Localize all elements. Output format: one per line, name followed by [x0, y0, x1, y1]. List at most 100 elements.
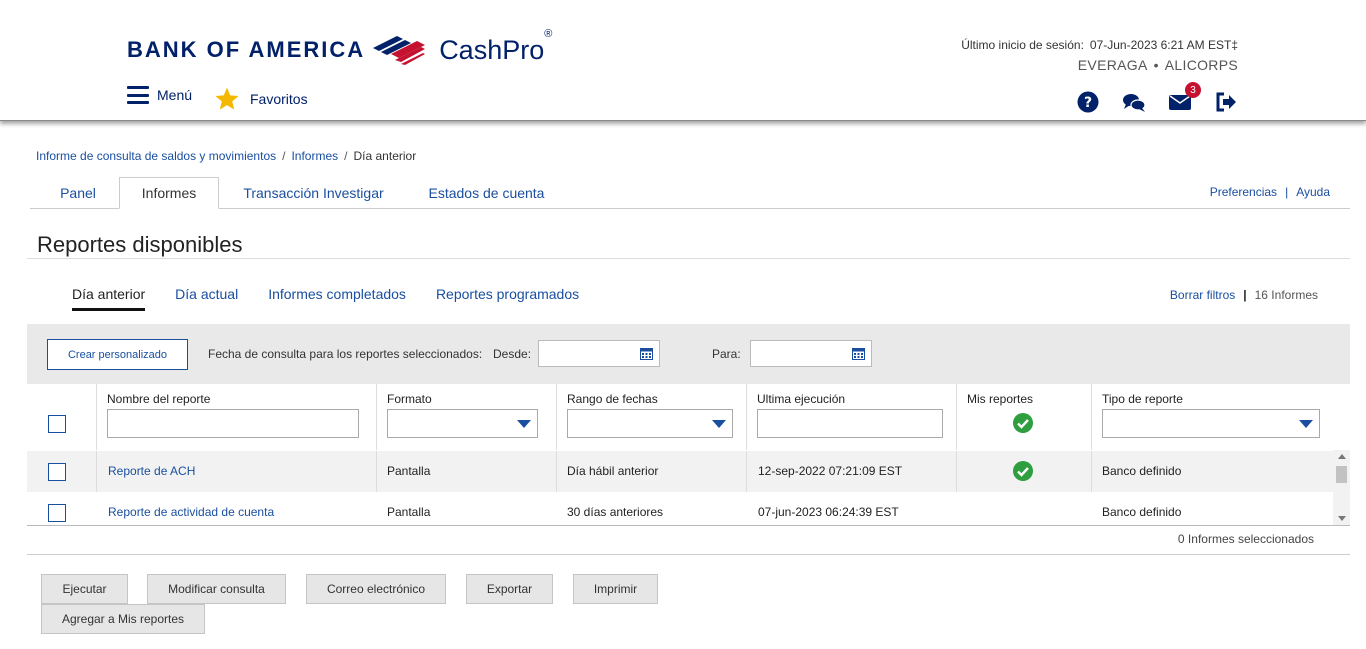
from-date-input[interactable] — [538, 340, 660, 367]
grid-bottom-divider — [27, 554, 1350, 555]
calendar-icon[interactable] — [640, 347, 653, 360]
menu-label: Menú — [157, 87, 193, 103]
col-header-range[interactable]: Rango de fechas — [567, 392, 658, 406]
title-divider — [27, 258, 1350, 259]
report-subtabs: Día anterior Día actual Informes complet… — [72, 286, 579, 311]
logout-icon[interactable] — [1214, 90, 1238, 114]
star-icon — [215, 87, 239, 110]
name-filter-input[interactable] — [107, 409, 359, 438]
clear-filters-link[interactable]: Borrar filtros — [1170, 288, 1235, 302]
report-type: Banco definido — [1102, 505, 1182, 519]
calendar-icon[interactable] — [852, 347, 865, 360]
mail-badge: 3 — [1185, 82, 1201, 98]
chat-icon[interactable] — [1122, 90, 1146, 114]
breadcrumb-link-reports[interactable]: Informes — [291, 149, 338, 163]
create-custom-button[interactable]: Crear personalizado — [47, 339, 188, 370]
help-link[interactable]: Ayuda — [1296, 185, 1330, 199]
report-last-run: 12-sep-2022 07:21:09 EST — [758, 464, 903, 478]
last-login-value: 07-Jun-2023 6:21 AM EST‡ — [1089, 38, 1238, 52]
filter-bar: Crear personalizado Fecha de consulta pa… — [27, 324, 1350, 384]
to-label: Para: — [712, 347, 741, 361]
logo-text: BANK OF AMERICA — [127, 37, 366, 62]
col-header-type[interactable]: Tipo de reporte — [1102, 392, 1183, 406]
report-count: 16 Informes — [1254, 288, 1318, 302]
col-header-format[interactable]: Formato — [387, 392, 432, 406]
col-header-name[interactable]: Nombre del reporte — [107, 392, 210, 406]
report-count-area: Borrar filtros | 16 Informes — [1169, 288, 1318, 302]
page-title: Reportes disponibles — [37, 232, 243, 257]
from-label: Desde: — [493, 347, 532, 361]
header-icons: ? 3 — [1076, 82, 1238, 114]
bank-logo[interactable]: BANK OF AMERICA CashPro® — [127, 27, 553, 70]
product-name: CashPro® — [439, 27, 553, 65]
tab-links: Preferencias | Ayuda — [1209, 185, 1330, 199]
table-row[interactable]: Reporte de actividad de cuenta Pantalla … — [27, 492, 1333, 526]
row-checkbox[interactable] — [48, 504, 66, 522]
scroll-thumb[interactable] — [1336, 466, 1347, 483]
report-last-run: 07-jun-2023 06:24:39 EST — [758, 505, 899, 519]
subtab-previous-day[interactable]: Día anterior — [72, 286, 146, 311]
company-name: ALICORPS — [1164, 57, 1238, 73]
hamburger-icon — [127, 86, 149, 104]
dropdown-arrow-icon — [1299, 420, 1313, 428]
selected-count: 0 Informes seleccionados — [1177, 532, 1314, 546]
report-range: 30 días anteriores — [567, 505, 664, 519]
range-filter-select[interactable] — [567, 409, 733, 438]
subtab-current-day[interactable]: Día actual — [175, 286, 238, 311]
user-name: EVERAGA — [1077, 57, 1148, 73]
breadcrumb: Informe de consulta de saldos y movimien… — [36, 149, 417, 163]
report-range: Día hábil anterior — [567, 464, 659, 478]
help-icon[interactable]: ? — [1076, 90, 1100, 114]
report-format: Pantalla — [387, 464, 431, 478]
last-login: Último inicio de sesión: 07-Jun-2023 6:21… — [961, 38, 1238, 52]
last-run-filter-input[interactable] — [757, 409, 943, 438]
table-row[interactable]: Reporte de ACH Pantalla Día hábil anteri… — [27, 451, 1333, 492]
dropdown-arrow-icon — [712, 420, 726, 428]
type-filter-select[interactable] — [1102, 409, 1320, 438]
tab-investigate[interactable]: Transacción Investigar — [226, 177, 401, 209]
preferences-link[interactable]: Preferencias — [1210, 185, 1277, 199]
tab-reports[interactable]: Informes — [119, 177, 219, 209]
col-header-last-run[interactable]: Ultima ejecución — [757, 392, 845, 406]
export-button[interactable]: Exportar — [466, 574, 553, 604]
main-tabs: Panel Informes Transacción Investigar Es… — [30, 177, 1350, 209]
favorites-label: Favoritos — [250, 91, 308, 107]
dropdown-arrow-icon — [517, 420, 531, 428]
last-login-label: Último inicio de sesión: — [961, 38, 1084, 52]
modify-query-button[interactable]: Modificar consulta — [147, 574, 286, 604]
grid-scrollbar[interactable] — [1333, 450, 1350, 525]
svg-text:?: ? — [1084, 95, 1092, 111]
scroll-up-icon[interactable] — [1338, 454, 1346, 459]
breadcrumb-current: Día anterior — [353, 149, 417, 163]
top-header: BANK OF AMERICA CashPro® Menú Favoritos … — [0, 0, 1366, 121]
col-header-mine[interactable]: Mis reportes — [967, 392, 1033, 406]
breadcrumb-link-query[interactable]: Informe de consulta de saldos y movimien… — [36, 149, 276, 163]
tab-statements[interactable]: Estados de cuenta — [415, 177, 558, 209]
grid-header: Nombre del reporte Formato Rango de fech… — [27, 384, 1350, 450]
format-filter-select[interactable] — [387, 409, 538, 438]
report-name-link[interactable]: Reporte de ACH — [108, 464, 195, 478]
query-date-label: Fecha de consulta para los reportes sele… — [208, 347, 483, 361]
subtab-completed[interactable]: Informes completados — [268, 286, 406, 311]
company-info: EVERAGA • ALICORPS — [1077, 57, 1238, 73]
add-to-my-reports-button[interactable]: Agregar a Mis reportes — [41, 604, 205, 634]
report-type: Banco definido — [1102, 464, 1182, 478]
print-button[interactable]: Imprimir — [573, 574, 658, 604]
check-circle-icon — [1013, 461, 1033, 481]
flag-logo-icon — [373, 36, 426, 65]
email-button[interactable]: Correo electrónico — [306, 574, 446, 604]
check-circle-icon[interactable] — [1013, 413, 1033, 433]
tab-panel[interactable]: Panel — [40, 177, 116, 209]
subtab-scheduled[interactable]: Reportes programados — [436, 286, 579, 311]
reports-grid: Nombre del reporte Formato Rango de fech… — [27, 384, 1350, 526]
row-checkbox[interactable] — [48, 463, 66, 481]
run-button[interactable]: Ejecutar — [41, 574, 128, 604]
menu-button[interactable]: Menú — [127, 86, 192, 104]
report-name-link[interactable]: Reporte de actividad de cuenta — [108, 505, 274, 519]
report-format: Pantalla — [387, 505, 431, 519]
to-date-input[interactable] — [750, 340, 872, 367]
select-all-checkbox[interactable] — [48, 415, 66, 433]
mail-icon[interactable]: 3 — [1168, 82, 1201, 114]
scroll-down-icon[interactable] — [1338, 516, 1346, 521]
favorites-button[interactable]: Favoritos — [214, 86, 308, 112]
